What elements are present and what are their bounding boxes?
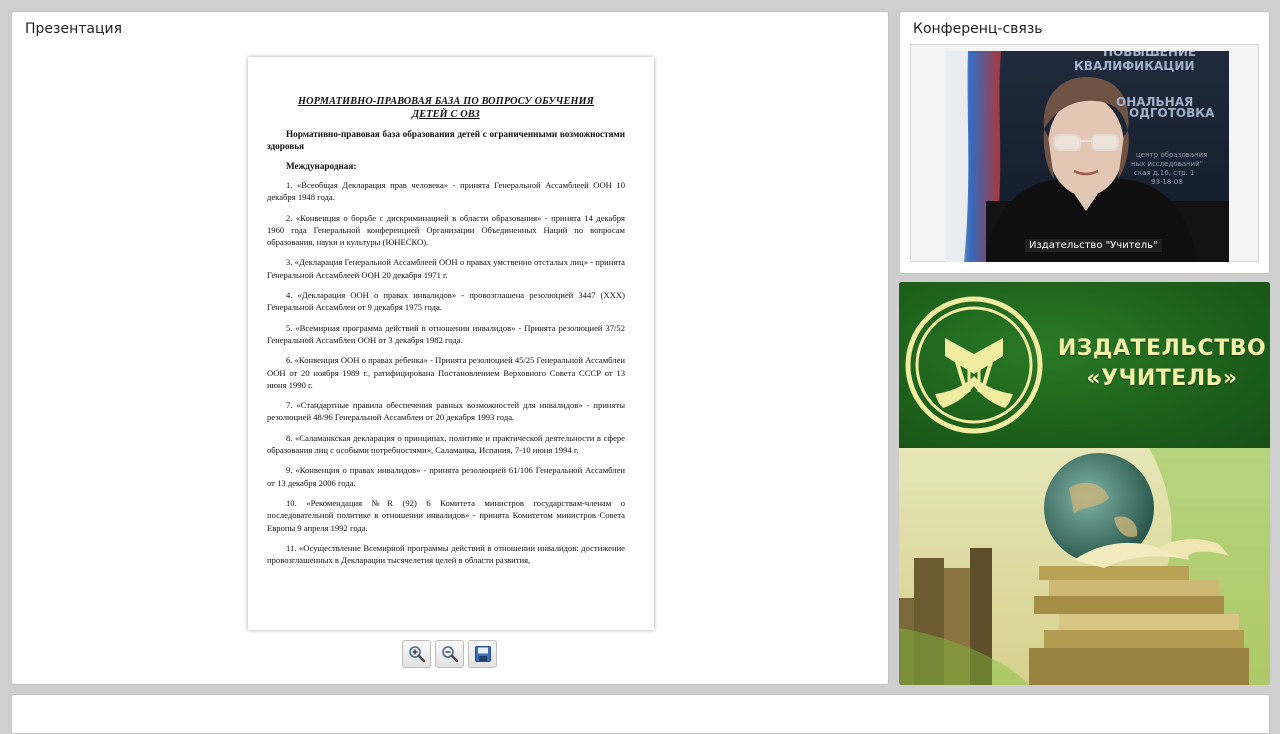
- publisher-banner: ИЗДАТЕЛЬСТВО «УЧИТЕЛЬ»: [899, 282, 1270, 685]
- banner-line1: ПОВЫШЕНИЕ: [1103, 51, 1196, 59]
- document-page[interactable]: НОРМАТИВНО-ПРАВОВАЯ БАЗА ПО ВОПРОСУ ОБУЧ…: [248, 57, 654, 630]
- document-item: 9. «Конвенция о правах инвалидов» - прин…: [267, 465, 625, 488]
- save-icon: [474, 646, 491, 662]
- zoom-in-icon: [408, 646, 425, 663]
- speaker-video-image: ПОВЫШЕНИЕ КВАЛИФИКАЦИИ ОНАЛЬНАЯ ОДГОТОВК…: [946, 51, 1229, 262]
- zoom-out-button[interactable]: [435, 640, 464, 668]
- publisher-banner-top: ИЗДАТЕЛЬСТВО «УЧИТЕЛЬ»: [899, 282, 1270, 448]
- document-heading: Нормативно-правовая база образования дет…: [267, 129, 625, 151]
- document-item: 11. «Осуществление Всемирной программы д…: [267, 542, 625, 566]
- document-content: НОРМАТИВНО-ПРАВОВАЯ БАЗА ПО ВОПРОСУ ОБУЧ…: [267, 95, 625, 574]
- publisher-logo-icon: [905, 296, 1043, 434]
- banner-line2: КВАЛИФИКАЦИИ: [1074, 59, 1195, 73]
- document-title-line1: НОРМАТИВНО-ПРАВОВАЯ БАЗА ПО ВОПРОСУ ОБУЧ…: [298, 96, 594, 107]
- document-item: 1. «Всеобщая Декларация прав человека» -…: [267, 180, 625, 203]
- document-item: 7. «Стандартные правила обеспечения равн…: [267, 400, 625, 423]
- document-item: 10. «Рекомендация №R (92) 6 Комитета мин…: [267, 497, 625, 533]
- participant-name-label: Издательство "Учитель": [1025, 239, 1162, 252]
- video-stream[interactable]: ПОВЫШЕНИЕ КВАЛИФИКАЦИИ ОНАЛЬНАЯ ОДГОТОВК…: [946, 51, 1229, 262]
- publisher-name-line2: «УЧИТЕЛЬ»: [1086, 366, 1238, 391]
- presentation-panel: Презентация НОРМАТИВНО-ПРАВОВАЯ БАЗА ПО …: [11, 11, 889, 685]
- zoom-out-icon: [441, 646, 458, 663]
- zoom-in-button[interactable]: [402, 640, 431, 668]
- document-item: 4. «Декларация ООН о правах инвалидов» -…: [267, 290, 625, 313]
- document-title: НОРМАТИВНО-ПРАВОВАЯ БАЗА ПО ВОПРОСУ ОБУЧ…: [267, 95, 625, 121]
- banner-line5: центр образования: [1136, 151, 1207, 159]
- conference-panel: Конференц-связь ПОВЫШЕНИЕ КВАЛИФИКАЦИИ О…: [899, 11, 1270, 274]
- banner-line6: ных исследований": [1131, 160, 1203, 168]
- save-button[interactable]: [468, 640, 497, 668]
- bottom-panel: [11, 694, 1270, 734]
- publisher-name: ИЗДАТЕЛЬСТВО «УЧИТЕЛЬ»: [1057, 334, 1267, 394]
- banner-line4: ОДГОТОВКА: [1129, 106, 1215, 120]
- document-item: 2. «Конвенция о борьбе с дискриминацией …: [267, 212, 625, 248]
- banner-line8: 93-18-08: [1151, 178, 1183, 186]
- document-item: 6. «Конвенция ООН о правах ребенка» - Пр…: [267, 355, 625, 390]
- document-item: 3. «Декларация Генеральной Ассамблеей ОО…: [267, 257, 625, 280]
- books-globe-image: [899, 448, 1270, 685]
- document-item: 5. «Всемирная программа действий в отнош…: [267, 322, 625, 345]
- publisher-name-line1: ИЗДАТЕЛЬСТВО: [1057, 336, 1267, 361]
- document-subheading: Международная:: [286, 161, 357, 171]
- books-illustration: [899, 448, 1270, 685]
- zoom-toolbar: [402, 640, 497, 670]
- banner-line7: ская д.16, стр. 1: [1134, 169, 1195, 177]
- video-area: ПОВЫШЕНИЕ КВАЛИФИКАЦИИ ОНАЛЬНАЯ ОДГОТОВК…: [910, 44, 1259, 262]
- document-title-line2: ДЕТЕЙ С ОВЗ: [412, 109, 480, 120]
- document-item: 8. «Саламанкская декларация о принципах,…: [267, 432, 625, 456]
- presentation-title: Презентация: [25, 21, 123, 37]
- conference-title: Конференц-связь: [913, 21, 1043, 37]
